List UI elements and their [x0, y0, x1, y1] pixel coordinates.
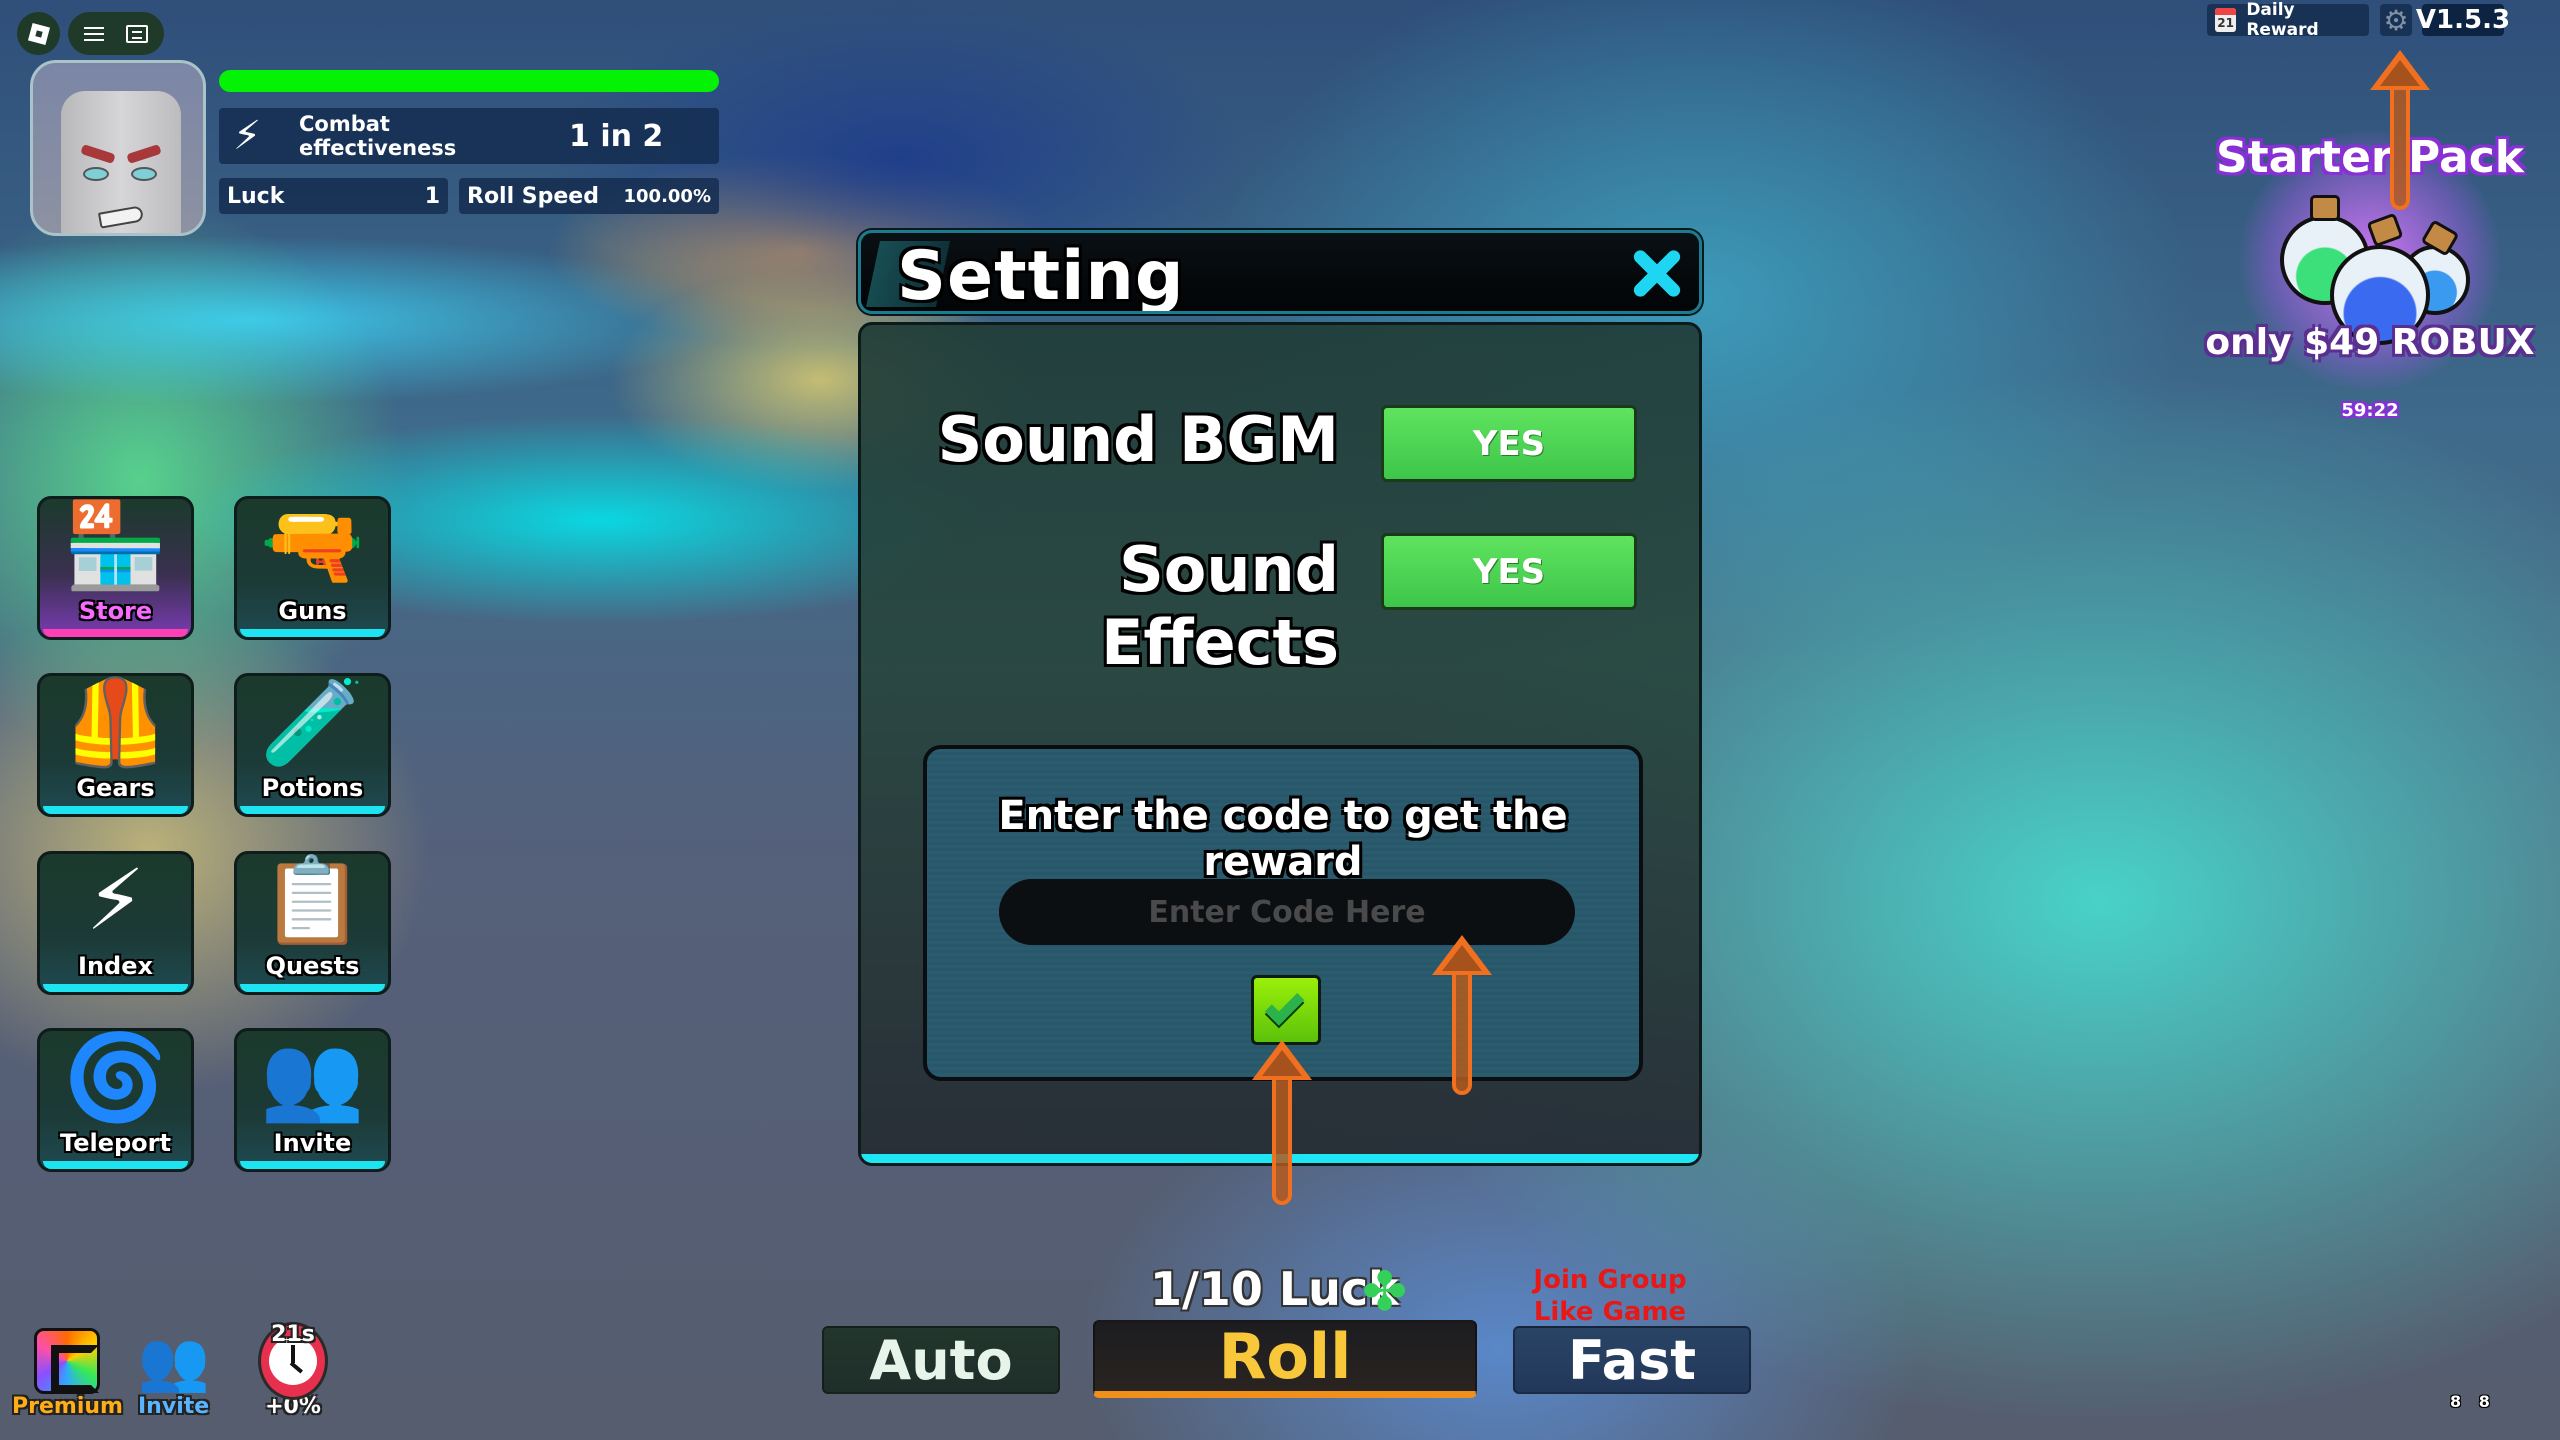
- join-group-hint: Join Group Like Game: [1520, 1264, 1700, 1328]
- portal-icon: 🌀: [63, 1027, 168, 1126]
- hamburger-menu-icon[interactable]: [84, 26, 104, 41]
- auto-roll-button[interactable]: Auto: [822, 1326, 1060, 1394]
- combat-label: Combat effectiveness: [299, 112, 457, 160]
- menu-label: Potions: [261, 774, 364, 802]
- chat-icon[interactable]: [126, 24, 148, 43]
- menu-index-button[interactable]: ⚡ Index: [37, 851, 194, 995]
- annotation-arrow: [2370, 50, 2430, 210]
- code-redeem-panel: Enter the code to get the reward: [923, 745, 1643, 1081]
- daily-reward-label: Daily Reward: [2246, 0, 2319, 40]
- luck-stat: Luck 1: [219, 178, 448, 214]
- sound-effects-toggle[interactable]: YES: [1381, 533, 1637, 610]
- menu-label: Invite: [273, 1129, 352, 1157]
- health-bar: [219, 70, 719, 92]
- starter-pack-price: only $49 ROBUX: [2205, 322, 2535, 363]
- luck-value: 1: [424, 183, 440, 209]
- sound-bgm-label: Sound BGM: [937, 403, 1339, 476]
- roblox-menu-button[interactable]: [17, 12, 60, 55]
- premium-label: Premium: [12, 1394, 123, 1419]
- calendar-icon: 21: [2215, 8, 2237, 32]
- menu-gears-button[interactable]: 🦺 Gears: [37, 673, 194, 817]
- annotation-arrow: [1252, 1040, 1312, 1205]
- fps-readout: 8 8: [2450, 1392, 2496, 1411]
- invite-label: Invite: [138, 1394, 210, 1419]
- friends-icon: 👥: [137, 1326, 210, 1395]
- checkmark-icon: [1264, 985, 1305, 1026]
- menu-guns-button[interactable]: 🔫 Guns: [234, 496, 391, 640]
- roll-button[interactable]: Roll: [1093, 1320, 1477, 1398]
- close-icon[interactable]: [1627, 243, 1687, 303]
- player-avatar: [30, 60, 206, 236]
- menu-invite-button[interactable]: 👥 Invite: [234, 1028, 391, 1172]
- menu-teleport-button[interactable]: 🌀 Teleport: [37, 1028, 194, 1172]
- avatar-eye: [131, 167, 157, 181]
- clover-icon: ✤: [1362, 1260, 1408, 1323]
- avatar-brow: [126, 143, 162, 165]
- roll-speed-stat: Roll Speed 100.00%: [459, 178, 719, 214]
- menu-label: Quests: [265, 952, 360, 980]
- fast-roll-button[interactable]: Fast: [1513, 1326, 1751, 1394]
- premium-icon: [34, 1328, 101, 1394]
- version-label: V1.5.3: [2415, 4, 2511, 36]
- clipboard-icon: 📋: [260, 850, 365, 949]
- submit-code-button[interactable]: [1251, 975, 1321, 1045]
- combat-effectiveness-panel: ⚡ Combat effectiveness 1 in 2: [219, 108, 719, 164]
- menu-label: Store: [78, 597, 153, 625]
- avatar-eye: [83, 167, 109, 181]
- sound-bgm-toggle[interactable]: YES: [1381, 405, 1637, 482]
- menu-store-button[interactable]: 🏪 Store: [37, 496, 194, 640]
- gear-icon: ⚙: [2383, 3, 2409, 37]
- store-icon: 🏪: [63, 495, 168, 594]
- friends-icon: 👥: [260, 1027, 365, 1126]
- daily-reward-button[interactable]: 21 Daily Reward: [2207, 0, 2369, 40]
- index-window-icon: ⚡: [86, 851, 145, 949]
- dialog-title: Setting: [897, 237, 1185, 314]
- menu-label: Guns: [278, 597, 347, 625]
- starter-pack-timer: 59:22: [2341, 400, 2399, 421]
- join-group-text: Join Group: [1533, 1265, 1687, 1295]
- avatar-mouth: [97, 205, 145, 229]
- like-game-text: Like Game: [1533, 1297, 1687, 1327]
- menu-potions-button[interactable]: 🧪 Potions: [234, 673, 391, 817]
- roblox-topbar: [68, 12, 164, 55]
- menu-label: Teleport: [60, 1129, 171, 1157]
- menu-label: Gears: [76, 774, 155, 802]
- lightning-burst-icon: ⚡: [233, 113, 262, 159]
- boost-timer-button[interactable]: 21s +0%: [258, 1322, 328, 1419]
- combat-value: 1 in 2: [569, 118, 664, 154]
- vest-icon: 🦺: [63, 672, 168, 771]
- settings-button[interactable]: ⚙: [2380, 3, 2412, 37]
- avatar-brow: [80, 143, 116, 165]
- luck-label: Luck: [227, 183, 285, 209]
- potion-icon: 🧪: [260, 672, 365, 771]
- premium-button[interactable]: Premium: [12, 1326, 123, 1419]
- sound-effects-label: Sound Effects: [1101, 533, 1339, 679]
- menu-label: Index: [78, 952, 153, 980]
- menu-quests-button[interactable]: 📋 Quests: [234, 851, 391, 995]
- invite-small-button[interactable]: 👥 Invite: [137, 1326, 210, 1420]
- avatar-head: [61, 91, 181, 233]
- roll-speed-label: Roll Speed: [467, 183, 599, 209]
- boost-timer: 21s: [271, 1322, 315, 1347]
- roll-speed-value: 100.00%: [623, 185, 712, 207]
- code-title: Enter the code to get the reward: [998, 793, 1568, 885]
- annotation-arrow: [1432, 935, 1492, 1095]
- setting-dialog-header: Setting: [858, 230, 1702, 314]
- pistol-icon: 🔫: [260, 495, 365, 594]
- roblox-logo-icon: [27, 22, 50, 45]
